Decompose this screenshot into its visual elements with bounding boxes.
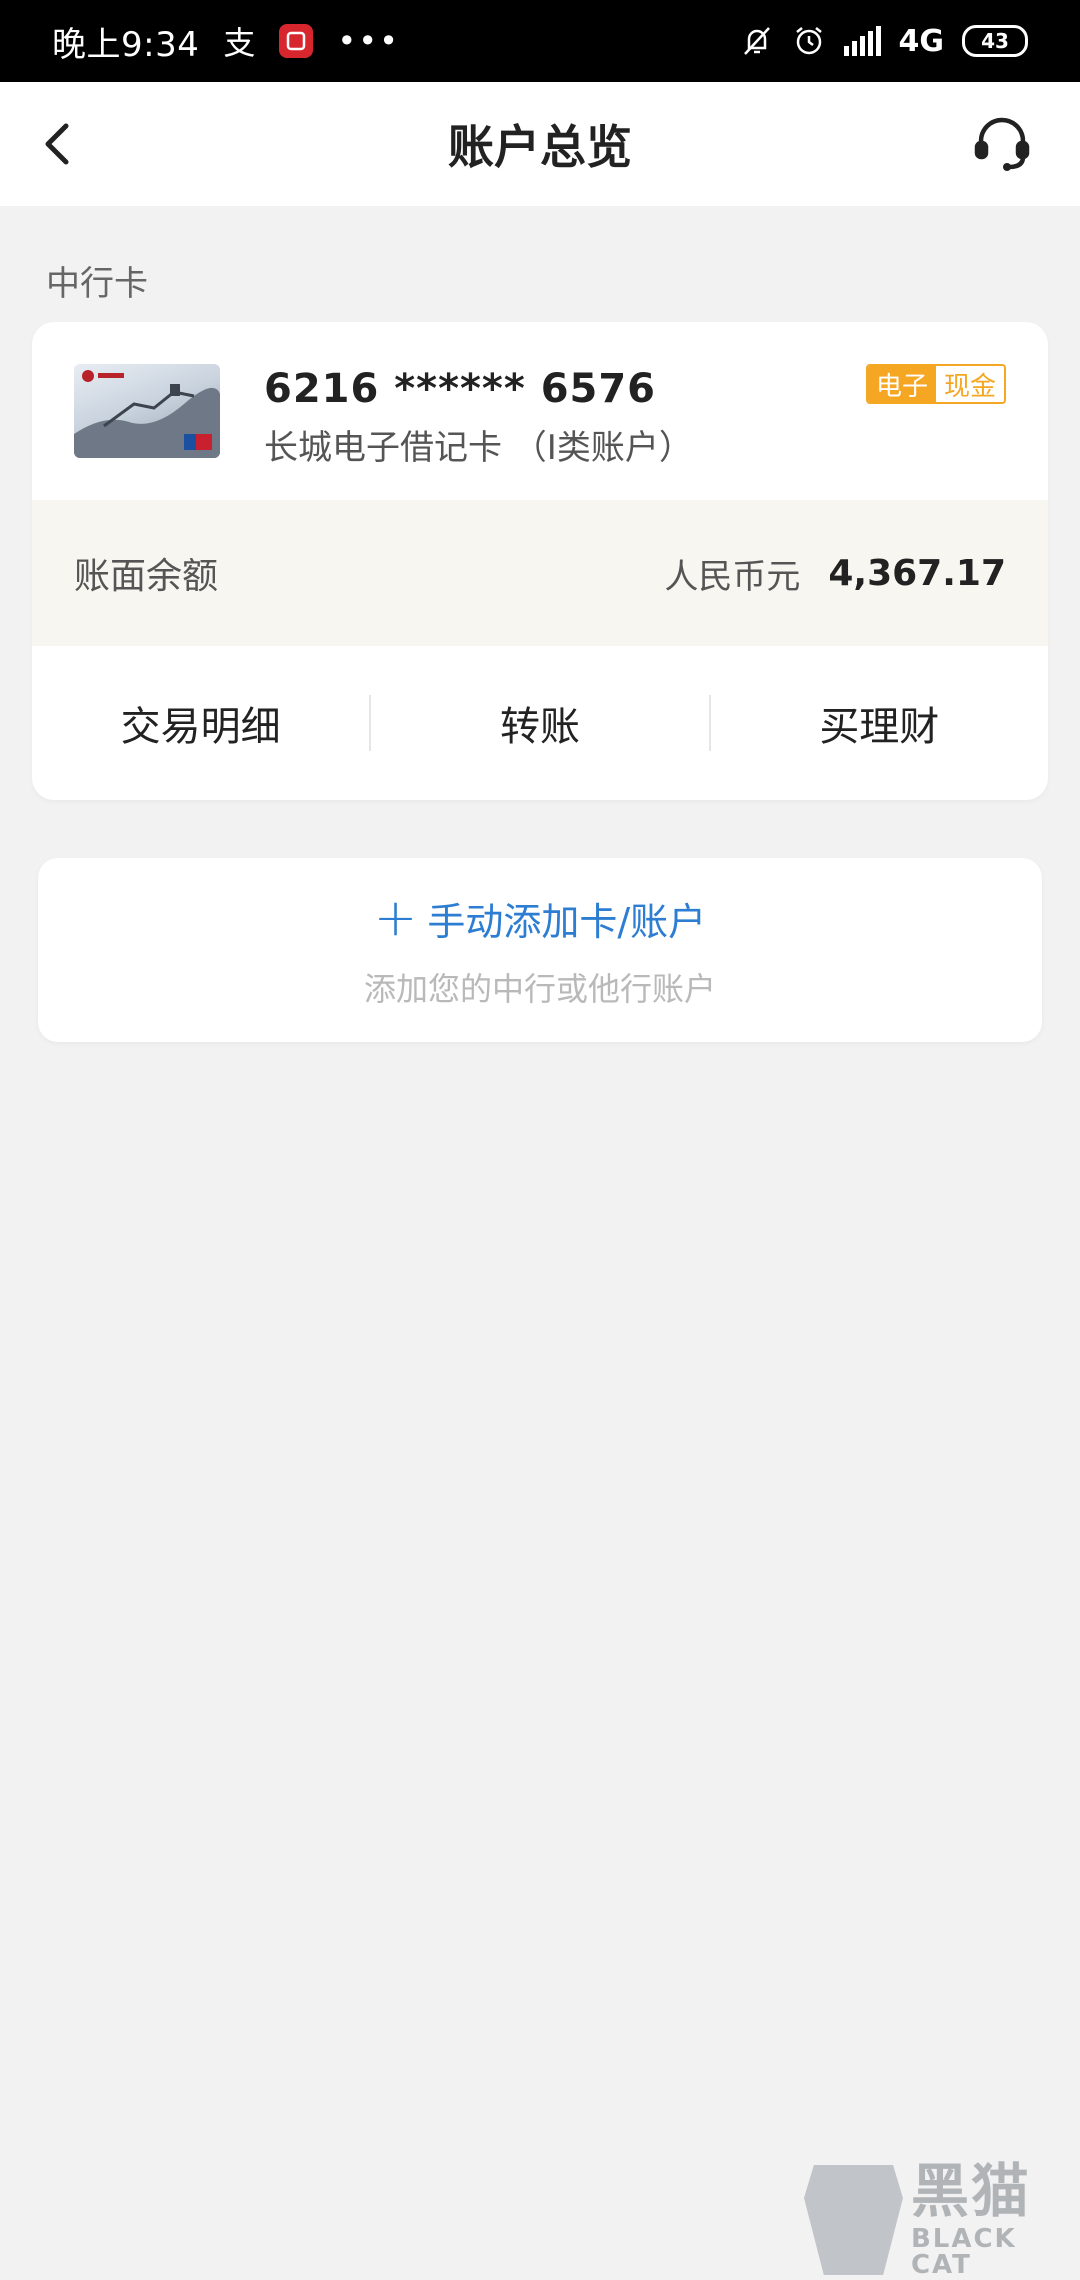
status-right: 4G 43: [740, 23, 1028, 59]
headset-icon: [974, 117, 1030, 171]
watermark: 黑猫 BLACK CAT: [804, 2160, 1080, 2280]
add-account-label: 手动添加卡/账户: [427, 899, 707, 944]
alarm-icon: [792, 24, 826, 58]
header: 账户总览: [0, 82, 1080, 206]
page-title: 账户总览: [448, 120, 632, 174]
more-notifications-icon: •••: [337, 22, 400, 60]
alipay-notification-icon: 支: [223, 24, 256, 62]
mute-bell-icon: [740, 24, 774, 58]
black-cat-logo-icon: [804, 2165, 903, 2275]
plus-icon: +: [373, 888, 418, 948]
ecash-badge-right: 现金: [935, 366, 1004, 402]
watermark-text: 黑猫 BLACK CAT: [911, 2162, 1080, 2278]
chevron-left-icon: [45, 123, 69, 165]
status-bar: 晚上9:34 支 ••• 4G 43: [0, 0, 1080, 82]
balance-currency: 人民币元: [664, 556, 801, 597]
balance-value: 4,367.17: [828, 552, 1006, 594]
ecash-badge: 电子 现金: [865, 364, 1006, 404]
card-info[interactable]: 6216 ****** 6576 长城电子借记卡 （I类账户） 电子 现金: [32, 322, 1048, 500]
transfer-button[interactable]: 转账: [371, 646, 708, 800]
balance-row: 账面余额 人民币元 4,367.17: [32, 500, 1048, 646]
card-name: 长城电子借记卡 （I类账户）: [264, 428, 693, 468]
network-type: 4G: [898, 23, 945, 59]
account-card[interactable]: 6216 ****** 6576 长城电子借记卡 （I类账户） 电子 现金 账面…: [32, 322, 1048, 800]
customer-service-button[interactable]: [966, 108, 1038, 180]
add-account-button[interactable]: + 手动添加卡/账户 添加您的中行或他行账户: [38, 858, 1042, 1042]
watermark-en: BLACK CAT: [910, 2224, 1017, 2280]
transaction-details-button[interactable]: 交易明细: [32, 646, 369, 800]
add-account-subtitle: 添加您的中行或他行账户: [363, 969, 716, 1008]
add-account-title: + 手动添加卡/账户: [374, 891, 706, 946]
battery-icon: 43: [962, 25, 1028, 57]
back-button[interactable]: [26, 112, 90, 176]
balance-label: 账面余额: [74, 556, 219, 597]
status-left: 晚上9:34 支 •••: [52, 17, 400, 66]
section-label-boc-cards: 中行卡: [46, 264, 148, 304]
ecash-badge-left: 电子: [867, 366, 936, 402]
card-number: 6216 ****** 6576: [264, 366, 657, 412]
signal-strength-icon: [843, 26, 881, 56]
buy-wealth-products-button[interactable]: 买理财: [711, 646, 1048, 800]
battery-level: 43: [981, 29, 1009, 53]
card-image: [74, 364, 220, 458]
status-time: 晚上9:34: [52, 24, 200, 65]
bank-app-notification-icon: [279, 24, 314, 58]
card-actions: 交易明细 转账 买理财: [32, 646, 1048, 800]
watermark-zh: 黑猫: [910, 2157, 1031, 2225]
